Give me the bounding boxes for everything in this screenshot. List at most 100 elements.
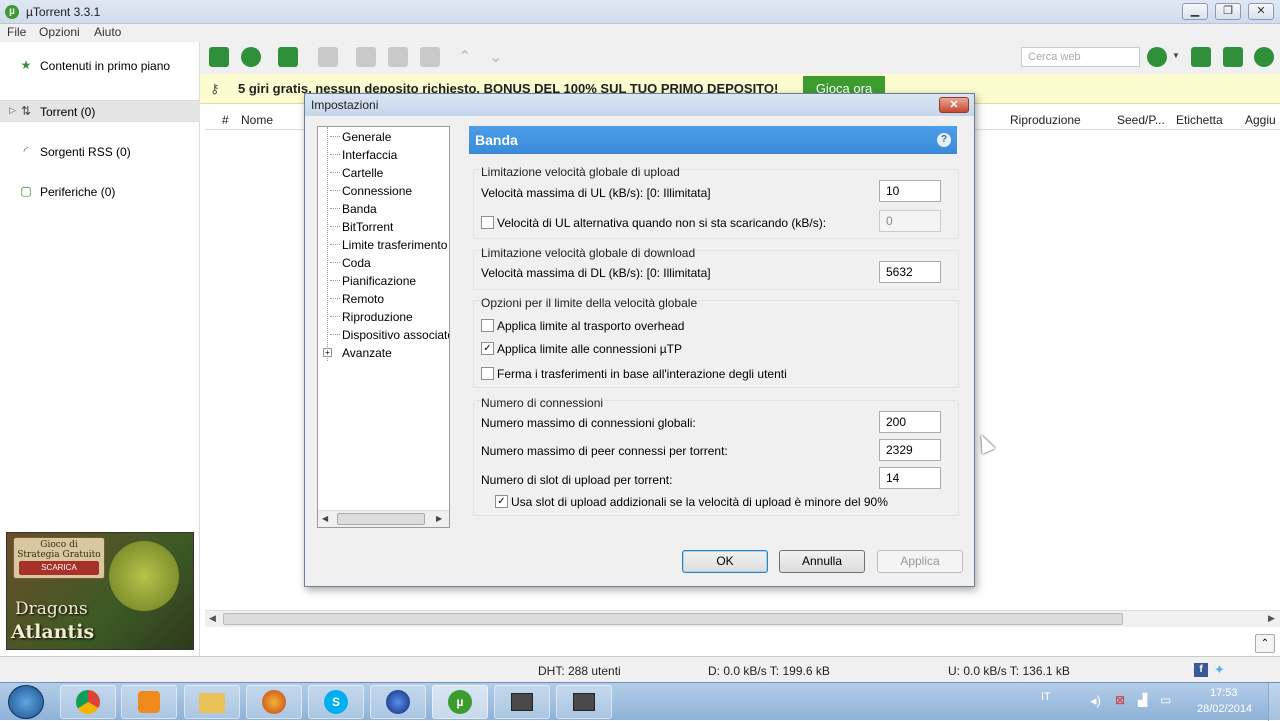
move-down-icon[interactable]: ⌄	[489, 47, 502, 67]
scroll-right-icon[interactable]: ▶	[436, 514, 442, 523]
clock-time[interactable]: 17:53	[1210, 687, 1238, 699]
remote-icon[interactable]	[1223, 47, 1243, 67]
download-status: D: 0.0 kB/s T: 199.6 kB	[708, 664, 830, 678]
tree-item-scheduler[interactable]: Pianificazione	[342, 274, 416, 288]
sidebar-item-label: Contenuti in primo piano	[40, 59, 171, 73]
sidebar-item-featured[interactable]: ★ Contenuti in primo piano	[0, 55, 200, 77]
move-up-icon[interactable]: ⌃	[458, 47, 471, 67]
remove-icon[interactable]	[318, 47, 338, 67]
sidebar-item-devices[interactable]: ▢ Periferiche (0)	[0, 181, 200, 203]
column-playback[interactable]: Riproduzione	[1010, 113, 1081, 127]
skype-icon[interactable]: S	[308, 685, 364, 719]
scroll-right-icon[interactable]: ▶	[1268, 613, 1275, 624]
tree-item-interface[interactable]: Interfaccia	[342, 148, 397, 162]
stop-icon[interactable]	[420, 47, 440, 67]
maximize-button[interactable]: ❐	[1215, 3, 1241, 20]
tree-item-paired-devices[interactable]: Dispositivo associato	[342, 328, 449, 342]
dialog-close-button[interactable]: ✕	[939, 97, 969, 113]
horizontal-scrollbar[interactable]: ◀ ▶	[205, 610, 1280, 627]
tree-item-general[interactable]: Generale	[342, 130, 391, 144]
advertisement[interactable]: Gioco di Strategia Gratuito SCARICA Drag…	[6, 532, 194, 650]
start-button[interactable]	[8, 685, 44, 719]
menu-bar: File Opzioni Aiuto	[0, 24, 1280, 42]
explorer-icon[interactable]	[184, 685, 240, 719]
tree-item-connection[interactable]: Connessione	[342, 184, 412, 198]
create-torrent-icon[interactable]	[278, 47, 298, 67]
dl-max-input[interactable]: 5632	[879, 261, 941, 283]
language-indicator[interactable]: IT	[1041, 691, 1051, 703]
peers-input[interactable]: 2329	[879, 439, 941, 461]
browser-icon[interactable]	[370, 685, 426, 719]
show-desktop-button[interactable]	[1268, 683, 1280, 721]
facebook-icon[interactable]: f	[1194, 663, 1208, 677]
column-number[interactable]: #	[222, 113, 229, 127]
minimize-button[interactable]: ▁	[1182, 3, 1208, 20]
tree-connector	[330, 280, 340, 281]
tree-item-remote[interactable]: Remoto	[342, 292, 384, 306]
chevron-down-icon[interactable]: ▼	[1172, 51, 1180, 60]
gear-icon[interactable]	[1254, 47, 1274, 67]
utorrent-task-icon[interactable]: µ	[432, 685, 488, 719]
scrollbar-thumb[interactable]	[337, 513, 425, 525]
list-view-icon[interactable]	[1191, 47, 1211, 67]
column-added[interactable]: Aggiu	[1245, 113, 1276, 127]
pause-icon[interactable]	[388, 47, 408, 67]
expand-plus-icon[interactable]: +	[323, 348, 332, 357]
tree-item-playback[interactable]: Riproduzione	[342, 310, 413, 324]
utp-checkbox[interactable]: ✓	[481, 342, 494, 355]
cancel-button[interactable]: Annulla	[779, 550, 865, 573]
tree-item-bittorrent[interactable]: BitTorrent	[342, 220, 393, 234]
clock-date[interactable]: 28/02/2014	[1197, 703, 1252, 715]
tree-item-bandwidth[interactable]: Banda	[342, 202, 377, 216]
ok-button[interactable]: OK	[682, 550, 768, 573]
sidebar-item-rss[interactable]: ◜ Sorgenti RSS (0)	[0, 141, 200, 163]
menu-file[interactable]: File	[7, 25, 26, 39]
apply-button[interactable]: Applica	[877, 550, 963, 573]
help-icon[interactable]: ?	[937, 133, 951, 147]
media-player-icon[interactable]	[121, 685, 177, 719]
network-icon[interactable]: ⊠	[1115, 693, 1125, 707]
sidebar-item-torrent[interactable]: ▷ ⇅ Torrent (0)	[0, 100, 200, 122]
tree-item-queue[interactable]: Coda	[342, 256, 371, 270]
global-connections-input[interactable]: 200	[879, 411, 941, 433]
taskbar: S µ IT ◂) ⊠ ▟ ▭ 17:53 28/02/2014	[0, 682, 1280, 721]
tree-scrollbar[interactable]: ◀ ▶	[318, 510, 449, 527]
add-torrent-icon[interactable]	[209, 47, 229, 67]
search-input[interactable]: Cerca web	[1021, 47, 1140, 67]
ad-download-button[interactable]: SCARICA	[19, 561, 99, 575]
start-icon[interactable]	[356, 47, 376, 67]
close-button[interactable]: ✕	[1248, 3, 1274, 20]
column-seeds[interactable]: Seed/P...	[1117, 113, 1165, 127]
alt-ul-checkbox[interactable]	[481, 216, 494, 229]
scroll-left-icon[interactable]: ◀	[322, 514, 328, 523]
tree-connector	[330, 208, 340, 209]
tree-item-folders[interactable]: Cartelle	[342, 166, 383, 180]
power-icon[interactable]: ▭	[1160, 693, 1171, 707]
tree-item-advanced[interactable]: Avanzate	[342, 346, 392, 360]
signal-icon[interactable]: ▟	[1138, 693, 1147, 707]
app-task-icon-2[interactable]	[556, 685, 612, 719]
scrollbar-thumb[interactable]	[223, 613, 1123, 625]
column-label[interactable]: Etichetta	[1176, 113, 1223, 127]
ul-max-input[interactable]: 10	[879, 180, 941, 202]
expand-panel-button[interactable]: ⌃	[1255, 634, 1275, 653]
firefox-icon[interactable]	[246, 685, 302, 719]
scroll-left-icon[interactable]: ◀	[209, 613, 216, 624]
upload-slots-input[interactable]: 14	[879, 467, 941, 489]
star-icon: ★	[20, 58, 32, 72]
twitter-icon[interactable]: ✦	[1214, 662, 1225, 678]
chrome-icon[interactable]	[60, 685, 116, 719]
stop-transfers-checkbox[interactable]	[481, 367, 494, 380]
column-name[interactable]: Nome	[241, 113, 273, 127]
sidebar-item-label: Sorgenti RSS (0)	[40, 145, 131, 159]
globe-icon[interactable]	[1147, 47, 1167, 67]
app-task-icon[interactable]	[494, 685, 550, 719]
alt-ul-input[interactable]: 0	[879, 210, 941, 232]
menu-help[interactable]: Aiuto	[94, 25, 121, 39]
tree-item-transfer-cap[interactable]: Limite trasferimento	[342, 238, 447, 252]
menu-options[interactable]: Opzioni	[39, 25, 80, 39]
add-url-icon[interactable]	[241, 47, 261, 67]
volume-icon[interactable]: ◂)	[1090, 693, 1101, 709]
extra-slots-checkbox[interactable]: ✓	[495, 495, 508, 508]
overhead-checkbox[interactable]	[481, 319, 494, 332]
